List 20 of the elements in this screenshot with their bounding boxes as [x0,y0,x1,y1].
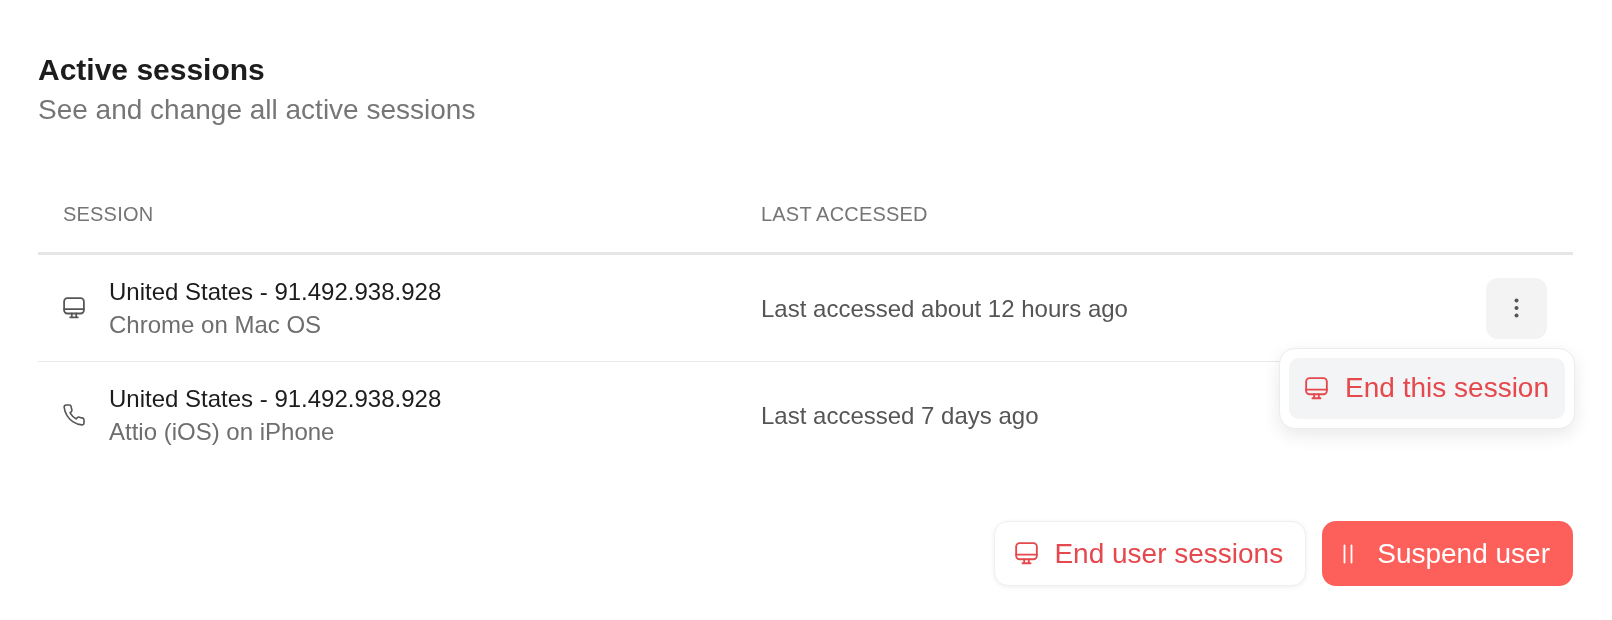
session-client: Chrome on Mac OS [109,310,322,340]
session-location: United States - 91.492.938.928 [109,384,442,414]
column-header: LAST ACCESSED [761,203,928,225]
column-header: SESSION [63,203,154,225]
monitor-icon [63,297,85,319]
end-sessions-button[interactable]: End user sessions [994,521,1307,586]
monitor-icon [1305,376,1329,400]
phone-icon [63,404,85,426]
section-subtitle: See and change all active sessions [38,93,476,127]
more-options-button[interactable] [1486,277,1547,339]
session-client: Attio (iOS) on iPhone [109,417,335,447]
vertical-dots-icon [1514,298,1519,318]
pause-icon [1343,543,1354,564]
session-location: United States - 91.492.938.928 [109,277,442,307]
last-accessed-text: Last accessed 7 days ago [761,401,1039,429]
suspend-button[interactable]: Suspend user [1322,521,1573,586]
monitor-icon [1015,542,1039,565]
section-title: Active sessions [38,53,265,87]
last-accessed-text: Last accessed about 12 hours ago [761,294,1128,322]
menu-item[interactable]: End this session [1289,357,1565,419]
